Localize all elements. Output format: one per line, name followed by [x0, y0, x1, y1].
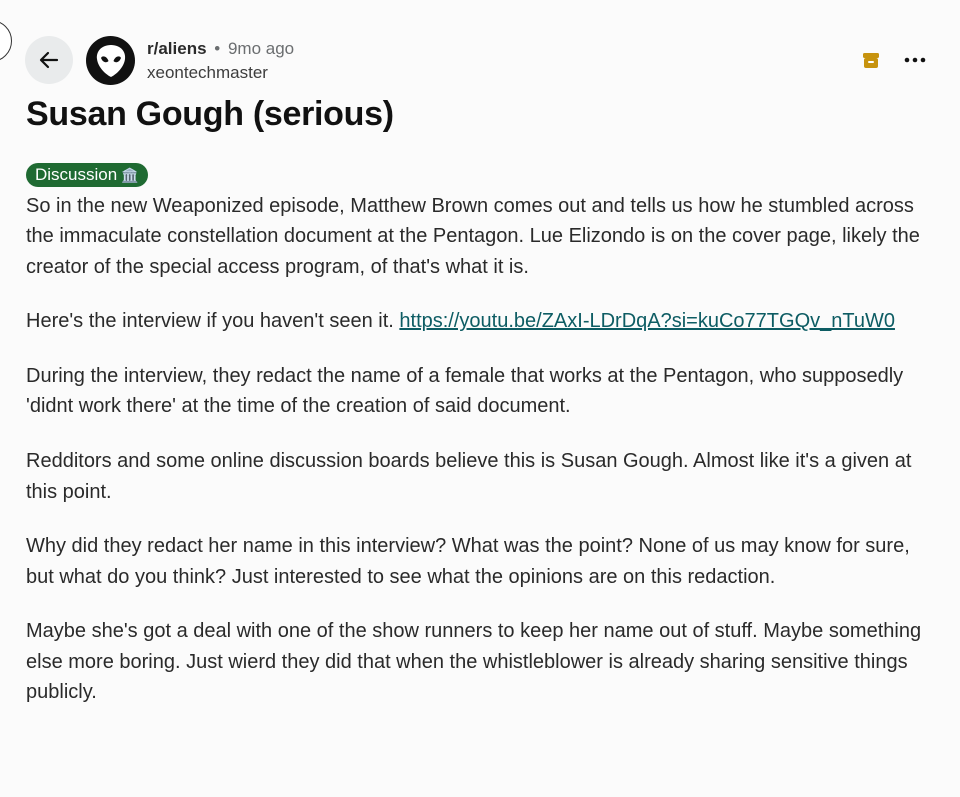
post-paragraph: So in the new Weaponized episode, Matthe…: [26, 195, 920, 278]
paragraph-text: Here's the interview if you haven't seen…: [26, 310, 400, 333]
post-paragraph: Maybe she's got a deal with one of the s…: [26, 620, 922, 704]
post-header: r/aliens • 9mo ago xeontechmaster: [25, 35, 935, 87]
post-title: Susan Gough (serious): [26, 95, 394, 133]
post-meta: r/aliens • 9mo ago xeontechmaster: [147, 38, 294, 84]
flair-label: Discussion: [35, 165, 118, 184]
back-button[interactable]: [25, 36, 73, 84]
post-age: 9mo ago: [227, 39, 295, 58]
post-paragraph: Redditors and some online discussion boa…: [26, 450, 912, 503]
post-paragraph: Here's the interview if you haven't seen…: [26, 306, 931, 336]
youtube-link[interactable]: https://youtu.be/ZAxI-LDrDqA?si=kuCo77TG…: [399, 310, 895, 332]
archive-box-icon: [863, 53, 879, 68]
archive-button[interactable]: [862, 51, 880, 74]
flair-emoji: 🏛️: [121, 167, 139, 183]
subreddit-link[interactable]: r/aliens: [147, 39, 207, 58]
author-link[interactable]: xeontechmaster: [147, 62, 294, 84]
more-options-button[interactable]: [899, 49, 931, 71]
subreddit-avatar[interactable]: [86, 36, 135, 85]
alien-head-icon: [96, 44, 125, 77]
post-body: So in the new Weaponized episode, Matthe…: [26, 191, 931, 732]
arrow-left-icon: [39, 51, 59, 69]
post-flair[interactable]: Discussion 🏛️: [26, 163, 148, 187]
post-paragraph: Why did they redact her name in this int…: [26, 535, 910, 588]
partial-circle-button[interactable]: [0, 20, 12, 62]
meta-separator: •: [214, 39, 221, 58]
post-paragraph: During the interview, they redact the na…: [26, 365, 904, 418]
more-horizontal-icon: [904, 57, 926, 63]
